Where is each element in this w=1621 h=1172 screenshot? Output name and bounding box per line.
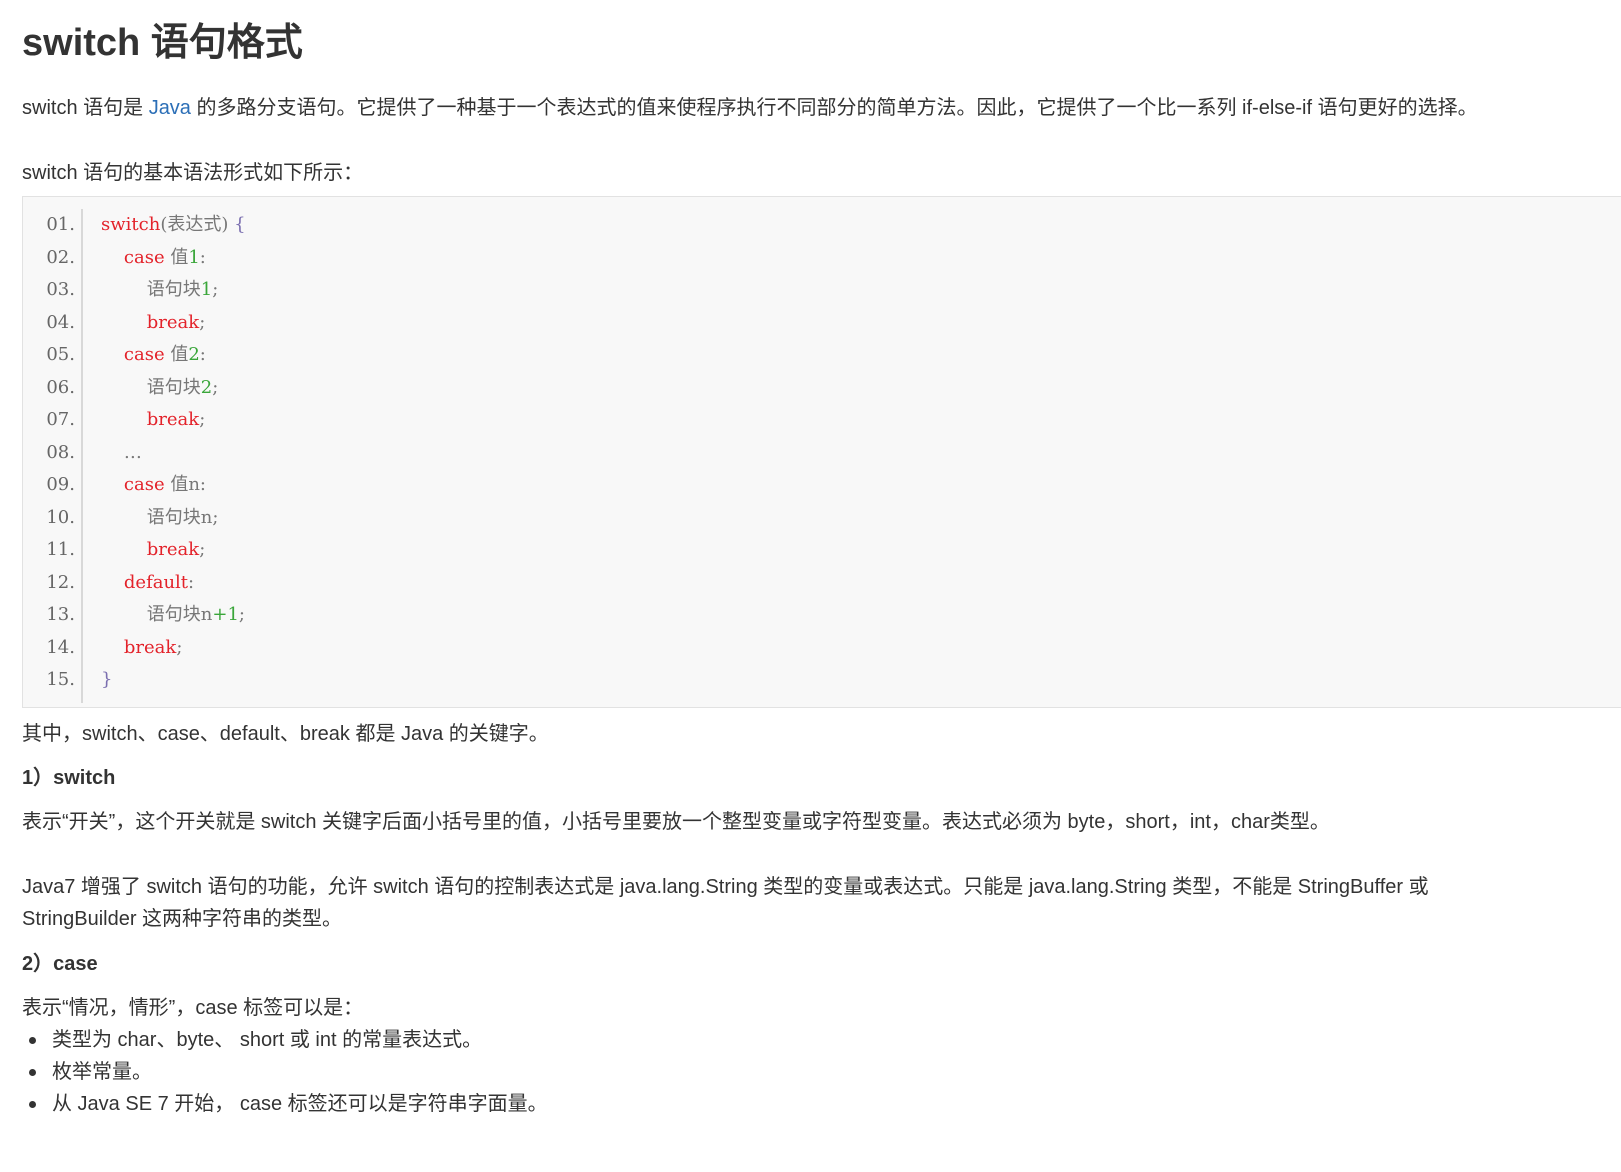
- line-number: 05.: [46, 344, 75, 365]
- code-token: break: [146, 409, 200, 430]
- code-token: 1: [188, 246, 200, 268]
- list-item: 从 Java SE 7 开始， case 标签还可以是字符串字面量。: [22, 1088, 548, 1120]
- code-token: 值: [164, 246, 189, 268]
- line-number: 01.: [46, 214, 75, 235]
- bullet-icon: [29, 1101, 36, 1108]
- line-number: 07.: [46, 409, 75, 430]
- code-line: break;: [101, 632, 246, 665]
- code-token: …: [101, 441, 142, 463]
- code-token: 语句块n;: [101, 506, 219, 528]
- code-line: break;: [101, 534, 246, 567]
- code-line: switch(表达式) {: [101, 209, 246, 242]
- code-token: 语句块: [101, 279, 201, 300]
- code-token: ;: [176, 636, 183, 658]
- list-item-text: 类型为 char、byte、 short 或 int 的常量表达式。: [52, 1029, 483, 1051]
- code-token: break: [123, 636, 177, 658]
- case-label-list: 类型为 char、byte、 short 或 int 的常量表达式。 枚举常量。…: [22, 1024, 548, 1120]
- line-number: 15.: [46, 669, 75, 690]
- code-token: :: [188, 571, 195, 593]
- line-number: 09.: [46, 474, 75, 495]
- line-number: 08.: [46, 441, 75, 463]
- line-number: 06.: [46, 376, 75, 398]
- intro-paragraph: switch 语句是 Java 的多路分支语句。它提供了一种基于一个表达式的值来…: [22, 92, 1478, 124]
- code-token: 语句块n: [101, 604, 213, 625]
- code-line: …: [101, 437, 246, 470]
- code-token: }: [101, 669, 113, 690]
- section-switch-heading: 1）switch: [22, 767, 116, 789]
- list-item-text: 从 Java SE 7 开始， case 标签还可以是字符串字面量。: [52, 1093, 548, 1115]
- code-token: ;: [199, 539, 206, 560]
- code-token: 语句块: [101, 376, 201, 398]
- code-token: (表达式): [160, 214, 235, 235]
- code-token: ;: [199, 311, 206, 333]
- line-number: 14.: [46, 636, 75, 658]
- section-case-heading: 2）case: [22, 953, 98, 975]
- code-token: case: [123, 344, 165, 365]
- code-line: case 值n:: [101, 469, 246, 502]
- line-number: 03.: [46, 279, 75, 300]
- code-line: default:: [101, 567, 246, 600]
- code-token: case: [123, 474, 165, 495]
- code-token: {: [234, 214, 246, 235]
- bullet-icon: [29, 1037, 36, 1044]
- line-number: 02.: [46, 246, 75, 268]
- code-token: +1: [212, 604, 239, 625]
- code-token: ;: [212, 279, 219, 300]
- code-line: 语句块n;: [101, 502, 246, 535]
- code-token: default: [123, 571, 189, 593]
- java7-paragraph-line1: Java7 增强了 switch 语句的功能，允许 switch 语句的控制表达…: [22, 876, 1429, 898]
- list-item: 枚举常量。: [22, 1056, 548, 1088]
- java-link[interactable]: Java: [149, 97, 191, 119]
- switch-description: 表示“开关”，这个开关就是 switch 关键字后面小括号里的值，小括号里要放一…: [22, 811, 1330, 833]
- line-number: 04.: [46, 311, 75, 333]
- code-token: case: [123, 246, 165, 268]
- code-token: switch: [101, 214, 161, 235]
- code-line: 语句块2;: [101, 372, 246, 405]
- code-token: :: [199, 344, 206, 365]
- code-token: ;: [212, 376, 219, 398]
- code-token: 值: [164, 344, 189, 365]
- list-item: 类型为 char、byte、 short 或 int 的常量表达式。: [22, 1024, 548, 1056]
- code-line: case 值1:: [101, 242, 246, 275]
- code-lines: switch(表达式) { case 值1: 语句块1; break; case…: [101, 209, 246, 697]
- line-number-gutter: 01. 02. 03. 04. 05. 06. 07. 08. 09. 10. 11. 12. 13. 1…: [23, 209, 83, 703]
- code-token: :: [199, 246, 206, 268]
- intro-text-before-link: switch 语句是: [22, 97, 149, 119]
- code-line: break;: [101, 404, 246, 437]
- line-number: 12.: [46, 571, 75, 593]
- java7-paragraph-line2: StringBuilder 这两种字符串的类型。: [22, 908, 343, 930]
- code-token: 1: [200, 279, 213, 300]
- code-token: break: [146, 539, 200, 560]
- line-number: 11.: [46, 539, 75, 560]
- intro-text-after-link: 的多路分支语句。它提供了一种基于一个表达式的值来使程序执行不同部分的简单方法。因…: [190, 97, 1478, 119]
- code-line: 语句块1;: [101, 274, 246, 307]
- code-block: 01. 02. 03. 04. 05. 06. 07. 08. 09. 10. 11. 12. 13. 1…: [22, 196, 1621, 708]
- bullet-icon: [29, 1069, 36, 1076]
- code-line: case 值2:: [101, 339, 246, 372]
- code-token: 2: [188, 344, 200, 365]
- code-line: break;: [101, 307, 246, 340]
- line-number: 10.: [46, 506, 75, 528]
- list-item-text: 枚举常量。: [52, 1061, 152, 1083]
- line-number: 13.: [46, 604, 75, 625]
- code-line: }: [101, 664, 246, 697]
- keywords-note: 其中，switch、case、default、break 都是 Java 的关键…: [22, 723, 549, 745]
- code-token: 2: [200, 376, 213, 398]
- case-description: 表示“情况，情形”，case 标签可以是：: [22, 997, 364, 1019]
- code-token: ;: [238, 604, 245, 625]
- syntax-intro-text: switch 语句的基本语法形式如下所示：: [22, 162, 364, 184]
- code-token: ;: [199, 409, 206, 430]
- code-token: break: [146, 311, 200, 333]
- code-line: 语句块n+1;: [101, 599, 246, 632]
- page-title: switch 语句格式: [22, 22, 303, 64]
- code-token: 值n:: [164, 474, 206, 495]
